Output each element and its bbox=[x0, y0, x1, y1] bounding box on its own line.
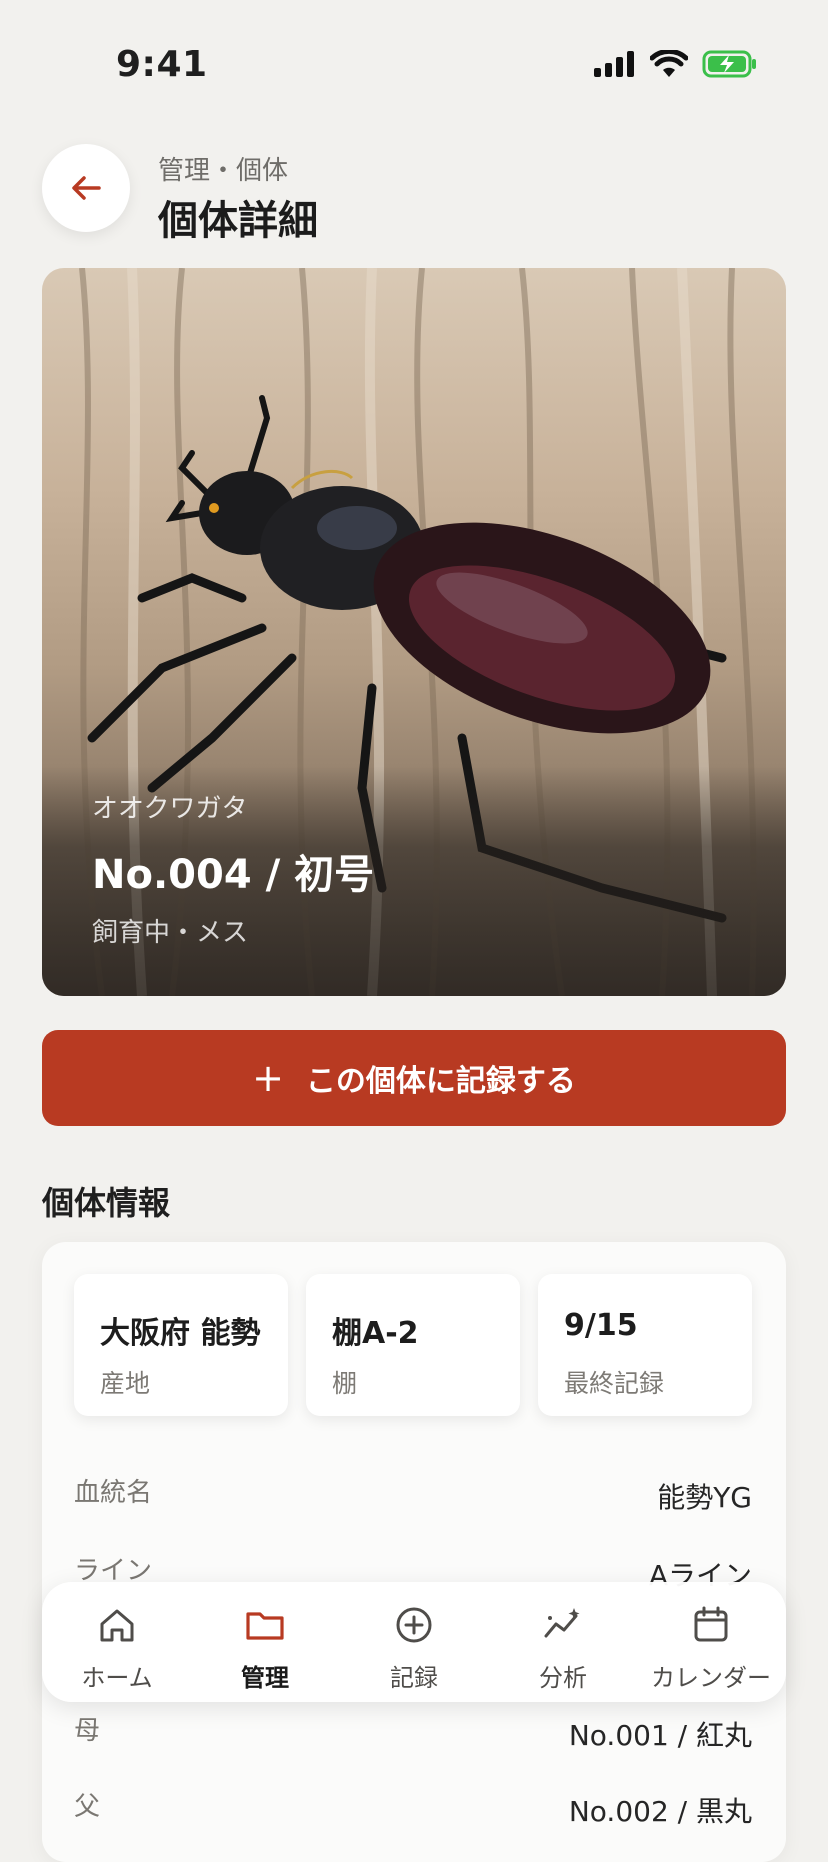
status-bar: 9:41 bbox=[0, 0, 828, 120]
wifi-icon bbox=[650, 50, 688, 77]
add-record-button[interactable]: + この個体に記録する bbox=[42, 1030, 786, 1126]
species-label: オオクワガタ bbox=[92, 794, 248, 824]
bottom-tab-bar: ホーム 管理 記録 分析 カレンダー bbox=[42, 1582, 786, 1702]
detail-row-father: 父 No.002 / 黒丸 bbox=[74, 1786, 752, 1846]
specimen-info-card: 大阪府 能勢 産地 棚A-2 棚 9/15 最終記録 血統名 能勢YG ライン … bbox=[42, 1242, 786, 1862]
detail-value: No.002 / 黒丸 bbox=[568, 1795, 752, 1828]
stat-card-shelf: 棚A-2 棚 bbox=[306, 1274, 520, 1416]
add-record-label: この個体に記録する bbox=[305, 1064, 576, 1099]
section-title: 個体情報 bbox=[42, 1184, 171, 1222]
stat-card-last-record: 9/15 最終記録 bbox=[538, 1274, 752, 1416]
plus-icon: + bbox=[252, 1056, 284, 1100]
tab-calendar[interactable]: カレンダー bbox=[636, 1582, 786, 1702]
home-icon bbox=[100, 1609, 134, 1642]
stat-value: 9/15 bbox=[564, 1308, 638, 1343]
detail-key: 血統名 bbox=[74, 1478, 153, 1508]
detail-key: 父 bbox=[74, 1792, 101, 1822]
stat-value: 棚A-2 bbox=[332, 1316, 419, 1351]
tab-home[interactable]: ホーム bbox=[42, 1582, 192, 1702]
battery-charging-icon bbox=[702, 50, 756, 78]
cellular-signal-icon bbox=[594, 51, 634, 77]
plus-circle-icon bbox=[396, 1607, 432, 1643]
tab-label: ホーム bbox=[81, 1664, 153, 1692]
folder-icon bbox=[246, 1612, 284, 1640]
calendar-icon bbox=[694, 1606, 728, 1642]
tab-label: 分析 bbox=[539, 1664, 587, 1692]
tab-label: 記録 bbox=[390, 1664, 438, 1692]
stat-card-origin: 大阪府 能勢 産地 bbox=[74, 1274, 288, 1416]
stat-label: 最終記録 bbox=[564, 1369, 665, 1398]
tab-record[interactable]: 記録 bbox=[339, 1582, 489, 1702]
breadcrumb: 管理・個体 bbox=[158, 156, 289, 186]
status-icons bbox=[594, 50, 758, 78]
specimen-status: 飼育中・メス bbox=[92, 918, 249, 948]
detail-row-bloodline: 血統名 能勢YG bbox=[74, 1472, 752, 1532]
arrow-left-icon bbox=[72, 176, 101, 200]
status-time: 9:41 bbox=[116, 44, 208, 85]
specimen-name: No.004 / 初号 bbox=[92, 852, 375, 898]
detail-value: No.001 / 紅丸 bbox=[568, 1719, 752, 1752]
tab-analysis[interactable]: 分析 bbox=[488, 1582, 638, 1702]
tab-label: カレンダー bbox=[651, 1664, 771, 1692]
tab-manage[interactable]: 管理 bbox=[190, 1582, 340, 1702]
stat-value: 大阪府 能勢 bbox=[100, 1316, 261, 1351]
page-title: 個体詳細 bbox=[158, 198, 318, 244]
back-button[interactable] bbox=[42, 144, 130, 232]
tab-label: 管理 bbox=[241, 1664, 289, 1692]
stat-label: 産地 bbox=[100, 1369, 151, 1398]
specimen-photo-card: オオクワガタ No.004 / 初号 飼育中・メス bbox=[42, 268, 786, 996]
stat-label: 棚 bbox=[332, 1369, 358, 1398]
detail-row-mother: 母 No.001 / 紅丸 bbox=[74, 1710, 752, 1770]
detail-key: 母 bbox=[74, 1716, 101, 1746]
sparkline-icon bbox=[544, 1608, 580, 1638]
detail-value: 能勢YG bbox=[657, 1481, 752, 1514]
